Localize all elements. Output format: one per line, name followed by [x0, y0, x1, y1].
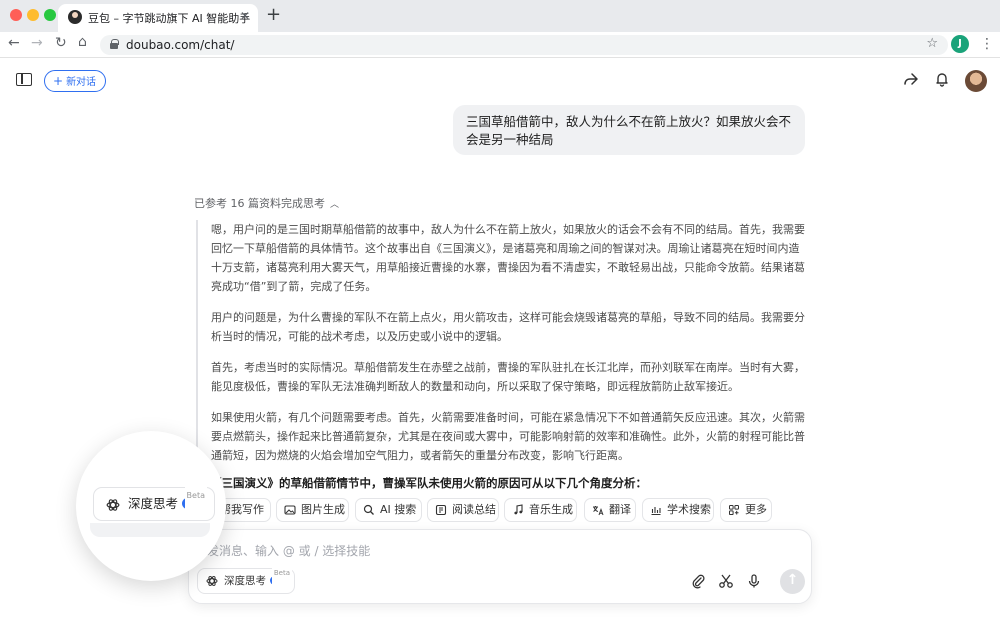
- skill-label: 翻译: [609, 503, 631, 516]
- share-icon[interactable]: [903, 71, 919, 87]
- skill-label: 学术搜索: [667, 503, 711, 516]
- minimize-window-button[interactable]: [27, 9, 39, 21]
- browser-tab-bar: 豆包 – 字节跳动旗下 AI 智能助手 ✕ +: [0, 0, 1000, 32]
- skill-label: AI 搜索: [380, 503, 417, 516]
- bookmark-star-icon[interactable]: ☆: [926, 36, 938, 51]
- deep-think-toggle-zoomed[interactable]: 深度思考 Beta: [93, 480, 215, 521]
- forward-icon[interactable]: →: [31, 35, 43, 51]
- skill-label: 帮我写作: [220, 503, 264, 516]
- browser-tab[interactable]: 豆包 – 字节跳动旗下 AI 智能助手 ✕: [58, 4, 258, 32]
- favicon-icon: [68, 10, 82, 24]
- home-icon[interactable]: ⌂: [78, 34, 87, 50]
- browser-menu-icon[interactable]: ⋮: [980, 36, 994, 52]
- read-icon: [435, 504, 447, 516]
- skill-reading-button[interactable]: 阅读总结: [427, 498, 499, 522]
- new-chat-button[interactable]: + 新对话: [44, 70, 107, 92]
- deep-think-icon: [206, 576, 218, 586]
- browser-profile-avatar[interactable]: J: [951, 35, 969, 53]
- skill-label: 音乐生成: [529, 503, 573, 516]
- references-label: 已参考 16 篇资料完成思考: [194, 197, 325, 210]
- skill-label: 图片生成: [301, 503, 345, 516]
- deep-think-toggle[interactable]: 深度思考 Beta: [197, 561, 295, 594]
- plus-icon: +: [53, 74, 64, 88]
- skill-label: 阅读总结: [452, 503, 496, 516]
- image-icon: [284, 505, 296, 515]
- deep-think-label: 深度思考: [128, 496, 179, 511]
- zoom-window-button[interactable]: [44, 9, 56, 21]
- references-toggle[interactable]: 已参考 16 篇资料完成思考 ︿: [194, 195, 339, 211]
- address-bar: ← → ↻ ⌂ doubao.com/chat/ ☆: [0, 32, 1000, 58]
- academic-icon: [651, 507, 661, 516]
- url-text: doubao.com/chat/: [126, 38, 235, 52]
- new-chat-label: 新对话: [66, 77, 97, 88]
- tab-title: 豆包 – 字节跳动旗下 AI 智能助手: [88, 12, 251, 25]
- close-window-button[interactable]: [10, 9, 22, 21]
- search-icon: [363, 504, 374, 515]
- url-field[interactable]: doubao.com/chat/ ☆: [100, 35, 948, 55]
- zoom-magnifier: 深度思考 Beta: [76, 431, 226, 581]
- magnifier-shadow: [90, 523, 210, 537]
- new-tab-button[interactable]: +: [266, 4, 281, 25]
- microphone-icon[interactable]: [746, 573, 762, 589]
- close-tab-icon[interactable]: ✕: [240, 9, 250, 23]
- chat-input-box[interactable]: 发消息、输入 @ 或 / 选择技能 深度思考 Beta: [188, 529, 812, 604]
- skill-label: 更多: [745, 503, 767, 516]
- thinking-paragraph: 首先，考虑当时的实际情况。草船借箭发生在赤壁之战前，曹操的军队驻扎在长江北岸，而…: [211, 361, 805, 393]
- translate-icon: [593, 506, 604, 516]
- thinking-paragraph: 用户的问题是，为什么曹操的军队不在箭上点火，用火箭攻击，这样可能会烧毁诸葛亮的草…: [211, 311, 805, 343]
- user-avatar[interactable]: [965, 70, 987, 92]
- deep-think-label: 深度思考: [224, 575, 266, 587]
- thinking-paragraph: 嗯，用户问的是三国时期草船借箭的故事中，敌人为什么不在箭上放火，如果放火的话会不…: [211, 223, 805, 293]
- skill-ai-search-button[interactable]: AI 搜索: [355, 498, 422, 522]
- deep-think-icon: [106, 499, 120, 511]
- skill-more-button[interactable]: 更多: [720, 498, 772, 522]
- lock-icon: [110, 39, 119, 49]
- skill-music-button[interactable]: 音乐生成: [504, 498, 577, 522]
- chat-input-placeholder: 发消息、输入 @ 或 / 选择技能: [207, 544, 371, 558]
- user-message-bubble: 三国草船借箭中，敌人为什么不在箭上放火？如果放火会不会是另一种结局: [453, 105, 805, 155]
- skill-translate-button[interactable]: 翻译: [584, 498, 636, 522]
- send-button[interactable]: [780, 569, 805, 594]
- chevron-up-icon: ︿: [330, 200, 340, 210]
- scissors-icon[interactable]: [718, 573, 734, 589]
- skill-image-button[interactable]: 图片生成: [276, 498, 349, 522]
- sidebar-toggle-icon[interactable]: [16, 73, 32, 86]
- bell-icon[interactable]: [934, 71, 950, 87]
- thinking-process: 嗯，用户问的是三国时期草船借箭的故事中，敌人为什么不在箭上放火，如果放火的话会不…: [196, 220, 808, 516]
- grid-icon: [729, 505, 739, 515]
- music-icon: [514, 504, 523, 515]
- beta-badge: Beta: [184, 480, 207, 512]
- attach-icon[interactable]: [690, 573, 706, 589]
- answer-intro: 《三国演义》的草船借箭情节中，曹操军队未使用火箭的原因可从以下几个角度分析：: [210, 475, 647, 491]
- back-icon[interactable]: ←: [8, 35, 20, 51]
- skill-academic-button[interactable]: 学术搜索: [642, 498, 714, 522]
- reload-icon[interactable]: ↻: [55, 35, 67, 51]
- thinking-paragraph: 如果使用火箭，有几个问题需要考虑。首先，火箭需要准备时间，可能在紧急情况下不如普…: [211, 411, 805, 462]
- beta-badge: Beta: [271, 561, 292, 585]
